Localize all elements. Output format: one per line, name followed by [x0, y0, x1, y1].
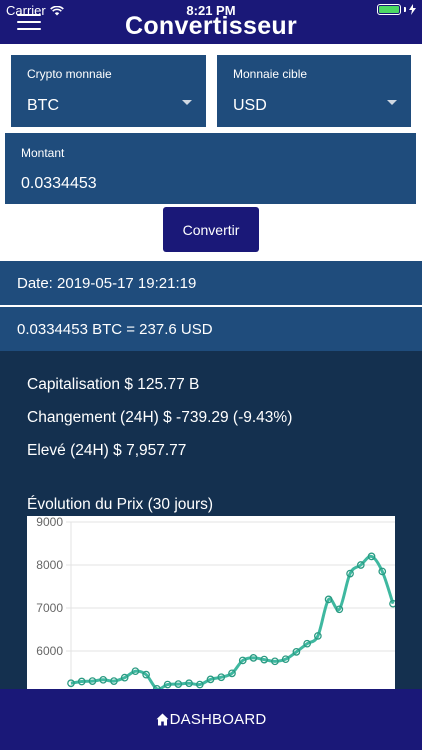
result-conversion-row: 0.0334453 BTC = 237.6 USD [0, 307, 422, 351]
stat-capitalisation: Capitalisation $ 125.77 B [27, 376, 200, 393]
price-chart: 6000 7000 8000 9000 [27, 516, 395, 696]
result-date-row: Date: 2019-05-17 19:21:19 [0, 261, 422, 305]
crypto-select-value: BTC [27, 97, 59, 114]
market-details: Capitalisation $ 125.77 B Changement (24… [0, 351, 422, 696]
result-conversion: 0.0334453 BTC = 237.6 USD [17, 320, 213, 338]
y-tick-label: 6000 [36, 644, 63, 658]
target-currency-value: USD [233, 97, 267, 114]
chevron-down-icon [182, 100, 192, 105]
chevron-down-icon [387, 100, 397, 105]
home-icon [156, 713, 169, 726]
amount-field[interactable]: Montant 0.0334453 [5, 133, 416, 204]
result-date: Date: 2019-05-17 19:21:19 [17, 274, 197, 292]
page-title: Convertisseur [124, 12, 297, 40]
convert-button[interactable]: Convertir [163, 207, 259, 252]
chart-title: Évolution du Prix (30 jours) [27, 496, 214, 513]
stat-high-24h: Elevé (24H) $ 7,957.77 [27, 442, 187, 459]
y-tick-label: 7000 [36, 601, 63, 615]
stat-change-24h: Changement (24H) $ -739.29 (-9.43%) [27, 409, 293, 426]
y-tick-label: 8000 [36, 558, 63, 572]
crypto-select[interactable]: Crypto monnaie BTC [11, 55, 206, 127]
target-currency-label: Monnaie cible [233, 67, 308, 81]
y-tick-label: 9000 [36, 516, 63, 529]
dashboard-label: DASHBOARD [169, 711, 267, 728]
amount-value[interactable]: 0.0334453 [21, 175, 97, 193]
dashboard-button[interactable]: DASHBOARD [0, 689, 422, 750]
nav-bar: Carrier 8:21 PM Convertisseur [0, 0, 422, 44]
crypto-select-label: Crypto monnaie [27, 67, 112, 81]
target-currency-select[interactable]: Monnaie cible USD [217, 55, 411, 127]
amount-label: Montant [21, 146, 65, 160]
